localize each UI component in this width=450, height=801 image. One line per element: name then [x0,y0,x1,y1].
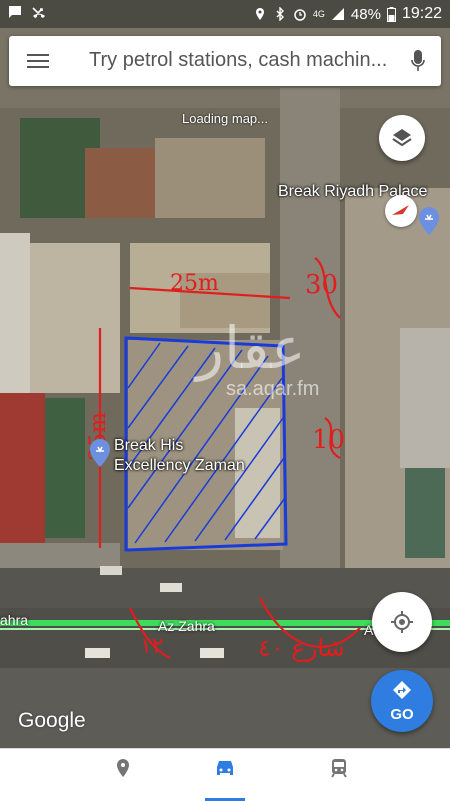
car-icon [217,761,233,775]
missed-call-icon [32,7,45,18]
network-type: 4G [312,9,325,19]
aqar-watermark-logo: عقار [196,314,306,382]
battery-percent: 48% [350,5,381,23]
layers-button[interactable] [379,115,425,161]
message-icon [9,6,21,18]
search-input[interactable]: Try petrol stations, cash machin... [89,49,407,72]
annotation-30: 30 [305,270,338,300]
google-logo: Google [18,709,86,732]
tab-transit[interactable] [264,749,414,801]
microphone-icon[interactable] [411,50,425,72]
map-pin-icon [117,759,129,777]
map-pin-icon[interactable] [89,438,111,468]
road-label-az-zahra: Az Zahra [158,618,215,634]
compass-button[interactable] [385,195,417,227]
place-label-break-his-excellency[interactable]: Break His Excellency Zaman [114,436,245,476]
place-label-line2: Excellency Zaman [114,457,245,474]
annotation-street-40: شارع ٤٠ [258,634,345,662]
compass-icon [392,205,409,215]
status-bar: 4G 48% 19:22 [0,0,450,28]
annotation-12: ١٢ [140,634,164,659]
alarm-icon [294,9,306,21]
menu-icon[interactable] [27,51,49,69]
go-label: GO [390,706,414,723]
road-label-left: ahra [0,612,29,628]
map-pin-icon[interactable] [418,206,440,236]
train-icon [331,759,347,778]
crosshair-icon [391,611,413,633]
battery-icon [386,6,396,22]
bluetooth-icon [276,7,284,21]
annotation-10: 10 [312,425,345,455]
location-icon [255,8,264,20]
clock: 19:22 [401,5,442,22]
aqar-watermark-url: sa.aqar.fm [226,378,320,400]
annotation-25m: 25m [170,271,219,296]
place-label-line1: Break His [114,437,184,454]
my-location-button[interactable] [372,592,432,652]
directions-icon [393,681,411,699]
signal-icon [331,8,344,20]
search-bar[interactable]: Try petrol stations, cash machin... [9,36,441,86]
go-button[interactable]: GO [371,670,433,732]
bottom-tab-bar [0,748,450,801]
layers-icon [392,129,412,147]
